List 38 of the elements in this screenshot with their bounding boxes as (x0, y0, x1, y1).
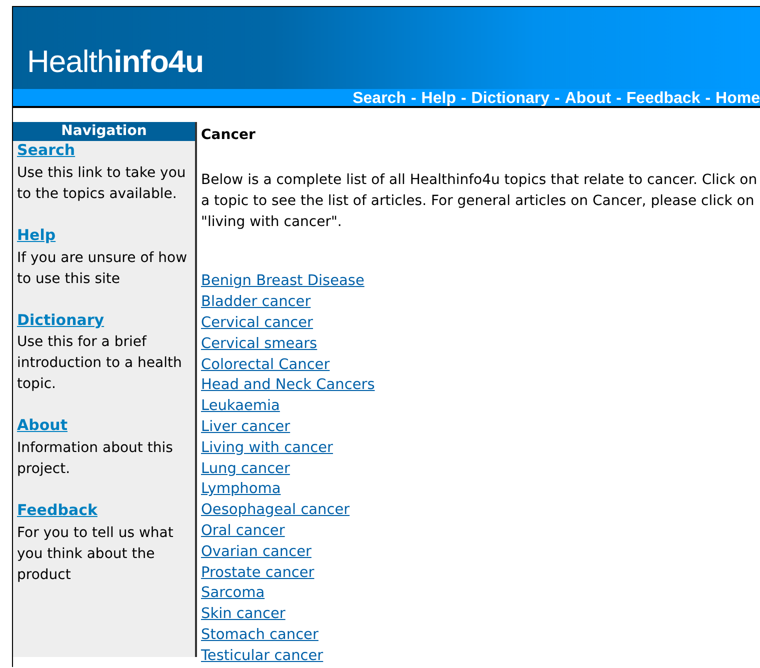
topic-link[interactable]: Ovarian cancer (201, 542, 312, 563)
topic-link[interactable]: Colorectal Cancer (201, 354, 330, 376)
topic-link[interactable]: Head and Neck Cancers (201, 375, 375, 396)
topic-link[interactable]: Skin cancer (201, 604, 286, 625)
sidebar-link[interactable]: Search (17, 141, 76, 160)
topic-link[interactable]: Stomach cancer (201, 624, 318, 646)
topic-link[interactable]: Oral cancer (201, 520, 285, 542)
topic-link[interactable]: Leukaemia (201, 396, 280, 417)
topic-link[interactable]: Lung cancer (201, 458, 290, 480)
topic-link[interactable]: Bladder cancer (201, 292, 311, 313)
sidebar-link[interactable]: Feedback (17, 501, 98, 520)
separator-text: - (460, 89, 466, 106)
topic-link[interactable]: Oesophageal cancer (201, 500, 350, 521)
topic-link[interactable]: Living with cancer (201, 438, 333, 459)
page-heading: Cancer (201, 126, 256, 145)
separator-text: - (410, 89, 416, 106)
topic-link[interactable]: Prostate cancer (201, 562, 314, 584)
topic-link[interactable]: Benign Breast Disease (201, 271, 364, 292)
topic-link[interactable]: Liver cancer (201, 416, 290, 438)
topic-link[interactable]: Testicular cancer (201, 646, 324, 667)
topic-link[interactable]: Cervical smears (201, 334, 318, 355)
separator-text: - (554, 89, 560, 106)
topic-link[interactable]: Sarcoma (201, 583, 265, 604)
separator-text: - (616, 89, 622, 106)
sidebar-link[interactable]: Help (17, 226, 56, 245)
link-description: If you are unsure of how to use this site (17, 248, 188, 289)
separator-text: - (705, 89, 711, 106)
sidebar-title: Navigation (13, 122, 195, 141)
sidebar-link[interactable]: Dictionary (17, 310, 104, 330)
topic-link[interactable]: Cervical cancer (201, 312, 314, 334)
link-description: Information about this project. (17, 439, 174, 480)
intro-paragraph: Below is a complete list of all Healthinfo4u topics that relate to cancer. Click on a topic to see the list of articles. For general articles on Cancer, please click on "living with cancer". (201, 171, 758, 232)
link-description: For you to tell us what you think about the product (17, 524, 174, 585)
link-description: Use this for a brief introduction to a health topic. (17, 333, 183, 394)
site-logo[interactable]: Healthinfo4u (27, 46, 204, 77)
link-description: Use this link to take you to the topics available. (17, 164, 187, 204)
sidebar-link[interactable]: About (17, 416, 68, 436)
topic-link[interactable]: Lymphoma (201, 479, 281, 500)
